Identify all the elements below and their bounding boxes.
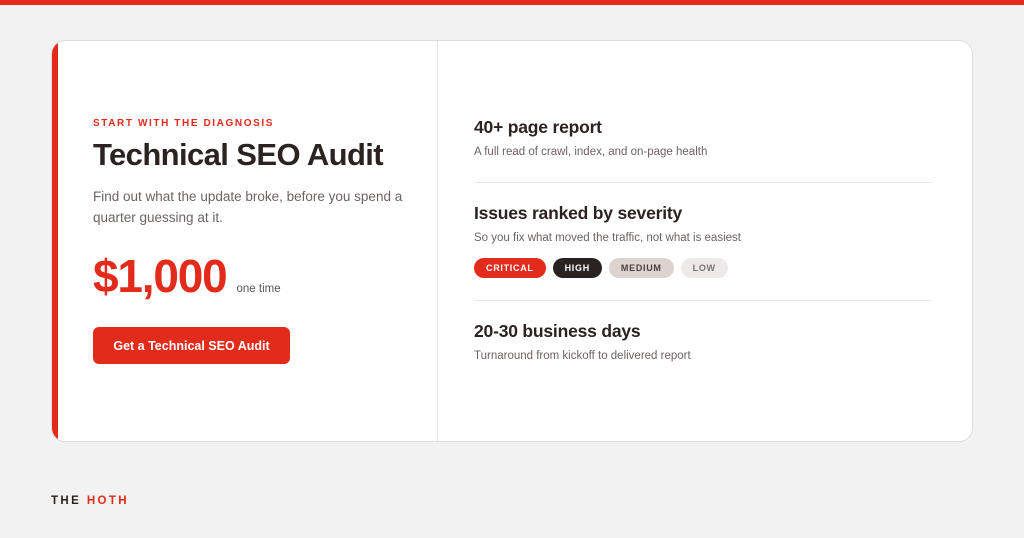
feature-subtitle: Turnaround from kickoff to delivered rep… (474, 350, 691, 362)
offer-title: Technical SEO Audit (93, 137, 384, 172)
feature-divider (474, 182, 932, 183)
severity-tags: CRITICAL HIGH MEDIUM LOW (474, 258, 932, 278)
get-audit-button[interactable]: Get a Technical SEO Audit (93, 327, 290, 364)
feature-page-report: 40+ page report A full read of crawl, in… (474, 117, 932, 158)
offer-card: START WITH THE DIAGNOSIS Technical SEO A… (51, 40, 973, 442)
feature-divider (474, 300, 932, 301)
features-panel: 40+ page report A full read of crawl, in… (438, 41, 972, 441)
feature-title: 40+ page report (474, 117, 602, 137)
brand-logo: THE HOTH (51, 495, 129, 507)
severity-tag-medium: MEDIUM (608, 258, 674, 278)
top-accent-bar (0, 0, 1024, 5)
feature-severity: Issues ranked by severity So you fix wha… (474, 203, 932, 278)
logo-word-the: THE (51, 495, 82, 507)
severity-tag-high: HIGH (552, 258, 602, 278)
price-row: $1,000 one time (93, 247, 281, 305)
feature-subtitle: So you fix what moved the traffic, not w… (474, 232, 741, 244)
price: $1,000 (93, 250, 228, 302)
feature-subtitle: A full read of crawl, index, and on-page… (474, 146, 708, 158)
offer-summary-panel: START WITH THE DIAGNOSIS Technical SEO A… (52, 41, 438, 441)
feature-title: Issues ranked by severity (474, 203, 683, 223)
logo-word-hoth: HOTH (86, 495, 129, 507)
offer-eyebrow: START WITH THE DIAGNOSIS (93, 118, 274, 129)
offer-description: Find out what the update broke, before y… (93, 189, 403, 225)
feature-turnaround: 20-30 business days Turnaround from kick… (474, 321, 932, 362)
price-note: one time (236, 283, 281, 295)
severity-tag-low: LOW (680, 258, 728, 278)
severity-tag-critical: CRITICAL (474, 258, 546, 278)
feature-title: 20-30 business days (474, 321, 641, 341)
